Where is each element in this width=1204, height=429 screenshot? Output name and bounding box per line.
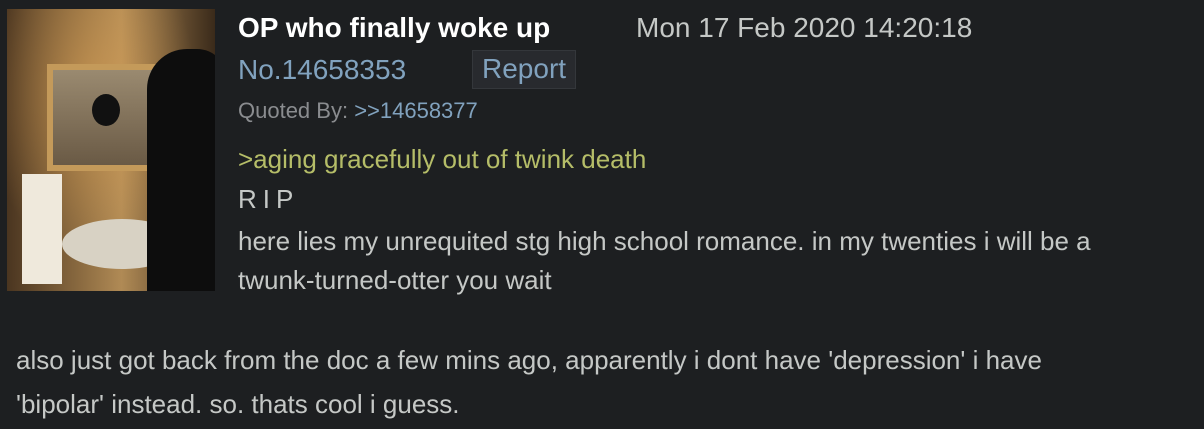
thumbnail-figure: [147, 49, 215, 291]
thumbnail-paper-roll: [22, 174, 62, 284]
post-line-4: 'bipolar' instead. so. thats cool i gues…: [16, 389, 460, 419]
post-line-2: twunk-turned-otter you wait: [238, 265, 552, 295]
report-button[interactable]: Report: [472, 50, 577, 89]
post-thumbnail-image[interactable]: [7, 9, 215, 291]
post-date: Mon 17 Feb 2020 14:20:18: [636, 12, 973, 43]
quoted-by-link[interactable]: >>14658377: [354, 98, 478, 123]
post-greentext: >aging gracefully out of twink death: [238, 144, 647, 174]
post-line-rip: RIP: [238, 184, 300, 214]
thumbnail-reflection: [92, 94, 120, 126]
post-line-1: here lies my unrequited stg high school …: [238, 226, 1091, 256]
post-number-link[interactable]: No.14658353: [238, 54, 406, 86]
poster-name: OP who finally woke up: [238, 12, 551, 43]
quoted-by-label: Quoted By:: [238, 98, 355, 123]
post-line-3: also just got back from the doc a few mi…: [16, 345, 1042, 375]
quoted-by: Quoted By: >>14658377: [238, 98, 478, 124]
